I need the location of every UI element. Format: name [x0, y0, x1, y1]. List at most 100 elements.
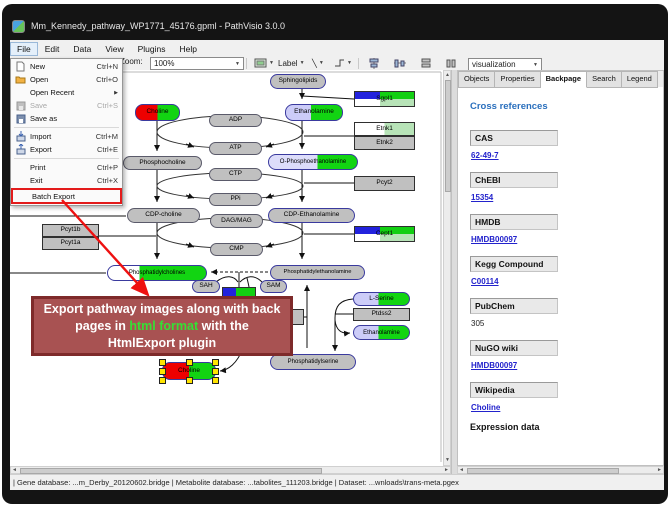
- tab-backpage[interactable]: Backpage: [541, 71, 587, 88]
- file-menu-exit[interactable]: ExitCtrl+X: [11, 174, 122, 187]
- menu-file[interactable]: File: [10, 42, 38, 56]
- menu-plugins[interactable]: Plugins: [131, 42, 173, 56]
- xref-link[interactable]: C00114: [471, 277, 499, 286]
- node-l-serine[interactable]: L-Serine: [353, 292, 410, 306]
- stack-vertical-button[interactable]: [418, 57, 434, 69]
- status-bar: | Gene database: ...m_Derby_20120602.bri…: [10, 474, 664, 490]
- scroll-down-icon[interactable]: ▼: [445, 457, 450, 464]
- node-sah[interactable]: SAH: [192, 280, 220, 293]
- zoom-combobox[interactable]: 100% ▼: [150, 57, 244, 70]
- stack-horizontal-icon: [446, 58, 458, 69]
- canvas-horizontal-scrollbar[interactable]: ◄ ►: [10, 466, 451, 474]
- annotation-line2-post: with the: [198, 319, 249, 333]
- file-menu-batch-export[interactable]: Batch Export: [11, 188, 122, 204]
- node-phosphatidylcholines[interactable]: Phosphatidylcholines: [107, 265, 207, 281]
- xref-link[interactable]: Choline: [471, 403, 500, 412]
- align-center-x-button[interactable]: [366, 57, 382, 69]
- node-etnk2[interactable]: Etnk2: [354, 136, 415, 150]
- selected-node-group[interactable]: Choline: [159, 359, 219, 383]
- xref-link[interactable]: HMDB00097: [471, 361, 517, 370]
- node-pcyt2[interactable]: Pcyt2: [354, 176, 415, 191]
- annotation-line1: Export pathway images along with back: [44, 302, 281, 316]
- tab-search[interactable]: Search: [587, 71, 622, 88]
- xref-section-kegg: Kegg Compound C00114: [470, 254, 663, 286]
- node-adp[interactable]: ADP: [209, 114, 262, 127]
- new-line-dropdown[interactable]: ╲ ▼: [310, 57, 326, 69]
- pathvisio-app-icon: [12, 20, 25, 33]
- node-cdp-choline[interactable]: CDP-choline: [127, 208, 200, 223]
- node-ctp[interactable]: CTP: [209, 168, 262, 181]
- resize-handle[interactable]: [159, 359, 166, 366]
- cross-references-heading: Cross references: [470, 101, 663, 112]
- resize-handle[interactable]: [212, 377, 219, 384]
- scroll-up-icon[interactable]: ▲: [445, 72, 450, 79]
- xref-section-hmdb: HMDB HMDB00097: [470, 212, 663, 244]
- canvas-vertical-scrollbar[interactable]: ▲ ▼: [443, 70, 451, 466]
- menu-data[interactable]: Data: [66, 42, 98, 56]
- node-phosphatidylserine[interactable]: Phosphatidylserine: [270, 354, 356, 370]
- resize-handle[interactable]: [159, 377, 166, 384]
- file-menu-export[interactable]: ExportCtrl+E: [11, 143, 122, 156]
- new-datanode-dropdown[interactable]: ▼: [252, 57, 276, 69]
- tab-properties[interactable]: Properties: [495, 71, 540, 88]
- chevron-down-icon[interactable]: ▼: [533, 62, 538, 68]
- scroll-right-icon[interactable]: ►: [444, 467, 449, 474]
- node-sgpl1[interactable]: Sgpl1: [354, 91, 415, 107]
- resize-handle[interactable]: [186, 377, 193, 384]
- align-center-y-button[interactable]: [392, 57, 408, 69]
- scroll-right-icon[interactable]: ►: [657, 467, 662, 474]
- panel-horizontal-scrollbar[interactable]: ◄ ►: [457, 466, 664, 474]
- resize-handle[interactable]: [159, 368, 166, 375]
- annotation-line2-pre: pages in: [75, 319, 129, 333]
- xref-link[interactable]: 15354: [471, 193, 493, 202]
- node-phosphatidylethanolamine[interactable]: Phosphatidylethanolamine: [270, 265, 365, 280]
- chevron-down-icon[interactable]: ▼: [235, 61, 240, 67]
- resize-handle[interactable]: [212, 368, 219, 375]
- file-menu-open-recent[interactable]: Open Recent ▶: [11, 86, 122, 99]
- file-menu-popup: NewCtrl+N OpenCtrl+O Open Recent ▶ SaveC…: [10, 58, 123, 206]
- node-cept1[interactable]: Cept1: [354, 226, 415, 242]
- menu-help[interactable]: Help: [173, 42, 204, 56]
- node-pcyt1b[interactable]: Pcyt1b: [42, 224, 99, 237]
- new-document-icon: [15, 61, 26, 72]
- file-menu-print[interactable]: PrintCtrl+P: [11, 161, 122, 174]
- node-dag[interactable]: DAG/MAG: [210, 214, 263, 228]
- menu-edit[interactable]: Edit: [38, 42, 67, 56]
- xref-link[interactable]: HMDB00097: [471, 235, 517, 244]
- node-pcyt1a[interactable]: Pcyt1a: [42, 237, 99, 250]
- title-bar: Mm_Kennedy_pathway_WP1771_45176.gpml - P…: [12, 13, 658, 39]
- xref-link[interactable]: 62-49-7: [471, 151, 499, 160]
- node-o-phosphoethanolamine[interactable]: O-Phosphoethanolamine: [268, 154, 358, 170]
- node-choline-top[interactable]: Choline: [135, 104, 180, 121]
- file-menu-open[interactable]: OpenCtrl+O: [11, 73, 122, 86]
- tab-objects[interactable]: Objects: [458, 71, 495, 88]
- file-menu-import[interactable]: ImportCtrl+M: [11, 130, 122, 143]
- xref-section-wikipedia: Wikipedia Choline: [470, 380, 663, 412]
- file-menu-new[interactable]: NewCtrl+N: [11, 60, 122, 73]
- node-ptdss2[interactable]: Ptdss2: [353, 308, 410, 321]
- tab-legend[interactable]: Legend: [622, 71, 658, 88]
- node-atp[interactable]: ATP: [209, 142, 262, 155]
- export-icon: [15, 144, 26, 155]
- file-menu-save-as[interactable]: Save as: [11, 112, 122, 125]
- resize-handle[interactable]: [186, 359, 193, 366]
- node-sphingolipids[interactable]: Sphingolipids: [270, 74, 326, 89]
- node-sam[interactable]: SAM: [260, 280, 287, 293]
- xref-title: Wikipedia: [470, 382, 558, 398]
- scroll-left-icon[interactable]: ◄: [12, 467, 17, 474]
- new-connector-dropdown[interactable]: ▼: [332, 57, 354, 69]
- node-ppi[interactable]: PPi: [209, 193, 262, 206]
- node-ethanolamine-bottom[interactable]: Ethanolamine: [353, 325, 410, 340]
- annotation-callout: Export pathway images along with back pa…: [31, 296, 293, 356]
- node-cdp-ethanolamine[interactable]: CDP-Ethanolamine: [268, 208, 355, 223]
- new-label-dropdown[interactable]: Label ▼: [276, 57, 307, 69]
- resize-handle[interactable]: [212, 359, 219, 366]
- menu-view[interactable]: View: [98, 42, 130, 56]
- file-menu-save[interactable]: SaveCtrl+S: [11, 99, 122, 112]
- node-phosphocholine[interactable]: Phosphocholine: [123, 156, 202, 170]
- node-cmp[interactable]: CMP: [210, 243, 263, 256]
- stack-horizontal-button[interactable]: [444, 57, 460, 69]
- scroll-left-icon[interactable]: ◄: [459, 467, 464, 474]
- node-etnk1[interactable]: Etnk1: [354, 122, 415, 136]
- node-ethanolamine-top[interactable]: Ethanolamine: [285, 104, 343, 121]
